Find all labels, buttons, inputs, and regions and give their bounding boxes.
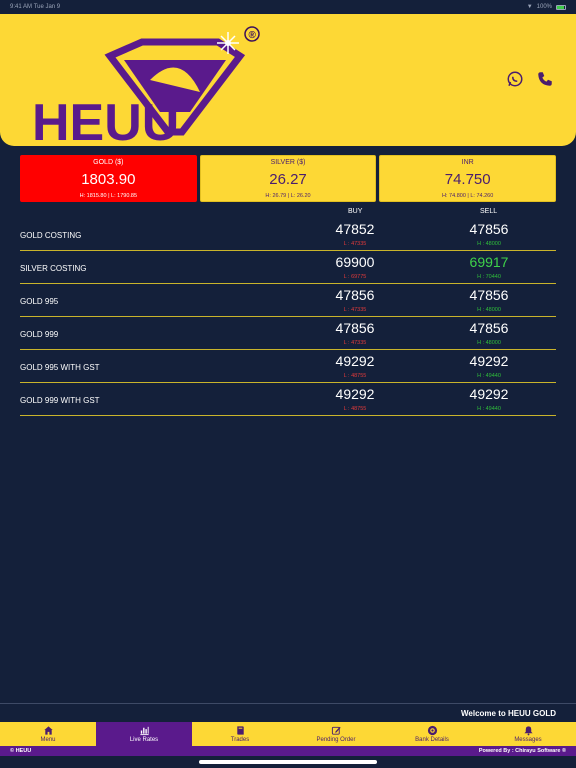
buy-price: 47852 [335, 221, 375, 237]
nav-pending-order[interactable]: Pending Order [288, 722, 384, 746]
nav-label: Trades [230, 737, 250, 743]
book-icon [236, 726, 244, 735]
footer: © HEUU Powered By : Chirayu Software ® [0, 746, 576, 756]
buy-price: 49292 [335, 386, 375, 402]
buy-price: 69900 [335, 254, 375, 270]
table-row[interactable]: GOLD 999 WITH GST 49292 L : 48755 49292 H … [20, 383, 556, 416]
app-header: ® HEUU [0, 14, 576, 152]
battery-percent: 100% [536, 4, 552, 10]
news-ticker: Welcome to HEUU GOLD [0, 703, 576, 722]
whatsapp-icon[interactable] [506, 70, 524, 88]
nav-messages[interactable]: Messages [480, 722, 576, 746]
buy-low: L : 48755 [343, 373, 367, 379]
nav-label: Messages [514, 737, 542, 743]
rate-card-gold[interactable]: GOLD ($) 1803.90 H: 1815.80 | L: 1790.85 [20, 155, 197, 202]
bank-icon [427, 725, 437, 736]
powered-by-text: Powered By : Chirayu Software ® [478, 748, 566, 754]
rate-card-high-low: H: 26.79 | L: 26.20 [265, 193, 311, 199]
rate-card-silver[interactable]: SILVER ($) 26.27 H: 26.79 | L: 26.20 [199, 155, 377, 202]
product-name: GOLD 995 [20, 297, 59, 306]
rate-cards: GOLD ($) 1803.90 H: 1815.80 | L: 1790.85… [20, 155, 557, 202]
nav-bank-details[interactable]: Bank Details [384, 722, 480, 746]
buy-low: L : 48755 [343, 406, 367, 412]
brand-name: HEUU [32, 94, 179, 144]
sell-price: 49292 [469, 353, 509, 369]
rate-card-high-low: H: 1815.80 | L: 1790.85 [79, 193, 138, 199]
bottom-nav: Menu Live Rates Trades Pending Order Ban… [0, 722, 576, 746]
buy-low: L : 47335 [343, 307, 367, 313]
wifi-icon: ▼ [526, 4, 533, 10]
status-bar: 9:41 AM Tue Jan 9 ▼ 100% [0, 0, 576, 14]
rate-card-value: 1803.90 [81, 171, 136, 188]
table-row[interactable]: GOLD 995 47856 L : 47335 47856 H : 48000 [20, 284, 556, 317]
rate-card-high-low: H: 74.800 | L: 74.260 [442, 193, 494, 199]
sell-price: 47856 [469, 320, 509, 336]
bell-icon [523, 726, 533, 736]
nav-label: Bank Details [415, 737, 449, 743]
buy-low: L : 69775 [343, 274, 367, 280]
sell-high: H : 48000 [477, 241, 501, 247]
sell-price: 49292 [469, 386, 509, 402]
buy-price: 47856 [335, 287, 375, 303]
sell-high: H : 48000 [477, 307, 501, 313]
status-time: 9:41 AM [10, 4, 33, 10]
buy-low: L : 47335 [343, 241, 367, 247]
rate-card-value: 74.750 [444, 171, 491, 188]
table-row[interactable]: GOLD 995 WITH GST 49292 L : 48755 49292 H … [20, 350, 556, 383]
sell-high: H : 48000 [477, 340, 501, 346]
nav-menu[interactable]: Menu [0, 722, 96, 746]
product-name: GOLD 995 WITH GST [20, 363, 100, 372]
nav-label: Live Rates [129, 737, 159, 743]
rate-card-title: INR [461, 159, 474, 166]
nav-trades[interactable]: Trades [192, 722, 288, 746]
product-name: GOLD COSTING [20, 231, 82, 240]
rate-card-value: 26.27 [269, 171, 307, 188]
home-indicator[interactable] [199, 760, 377, 764]
buy-column-header: BUY [348, 208, 363, 215]
sell-price: 47856 [469, 287, 509, 303]
home-icon [43, 726, 53, 735]
edit-icon [331, 726, 341, 735]
product-name: GOLD 999 WITH GST [20, 396, 100, 405]
rate-card-title: SILVER ($) [270, 159, 306, 166]
rates-table: GOLD COSTING 47852 L : 47335 47856 H : 480… [20, 218, 556, 416]
ticker-text: Welcome to HEUU GOLD [461, 709, 556, 718]
registered-mark: ® [249, 30, 257, 41]
table-row[interactable]: GOLD 999 47856 L : 47335 47856 H : 48000 [20, 317, 556, 350]
table-row[interactable]: SILVER COSTING 69900 L : 69775 69917 H : 7… [20, 251, 556, 284]
table-row[interactable]: GOLD COSTING 47852 L : 47335 47856 H : 480… [20, 218, 556, 251]
chart-icon [139, 726, 149, 736]
status-date: Tue Jan 9 [33, 4, 61, 10]
sell-high: H : 70440 [477, 274, 501, 280]
sell-high: H : 49440 [477, 406, 501, 412]
rate-card-inr[interactable]: INR 74.750 H: 74.800 | L: 74.260 [379, 155, 557, 202]
battery-icon [556, 4, 566, 10]
copyright-text: © HEUU [10, 748, 32, 754]
sell-column-header: SELL [480, 208, 498, 215]
nav-live-rates[interactable]: Live Rates [96, 722, 192, 746]
nav-label: Pending Order [316, 737, 356, 743]
product-name: GOLD 999 [20, 330, 59, 339]
buy-price: 49292 [335, 353, 375, 369]
phone-icon[interactable] [536, 70, 554, 88]
nav-label: Menu [40, 737, 56, 743]
sell-price: 69917 [469, 254, 509, 270]
sell-price: 47856 [469, 221, 509, 237]
sell-high: H : 49440 [477, 373, 501, 379]
product-name: SILVER COSTING [20, 264, 87, 273]
buy-low: L : 47335 [343, 340, 367, 346]
heuu-logo: ® HEUU [30, 20, 270, 152]
rate-card-title: GOLD ($) [93, 159, 124, 166]
buy-price: 47856 [335, 320, 375, 336]
